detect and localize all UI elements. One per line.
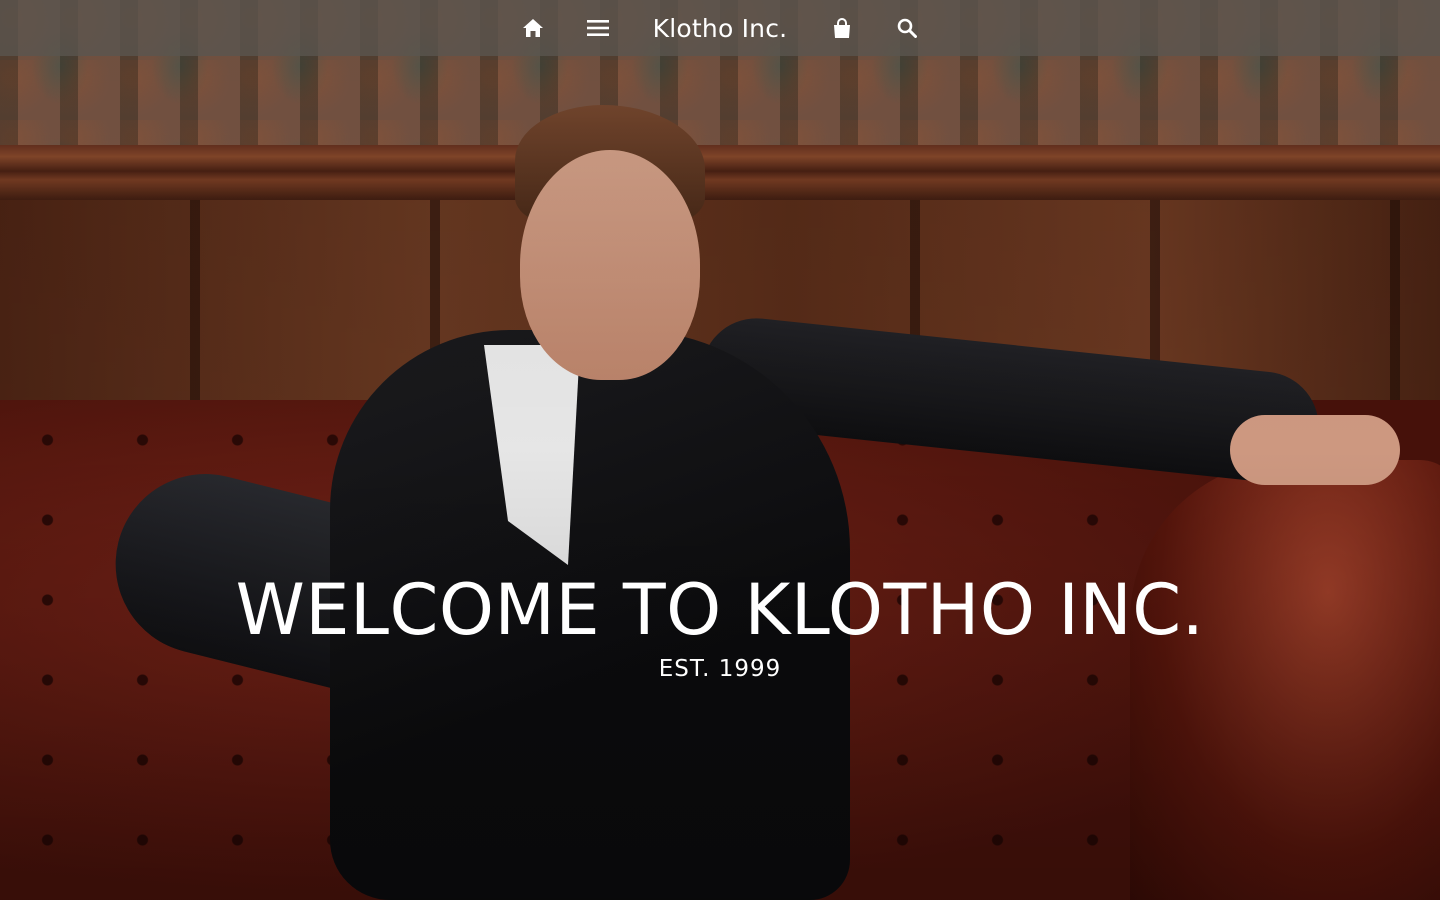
menu-icon-glyph	[587, 20, 610, 36]
hero-background	[0, 0, 1440, 900]
search-icon-glyph	[897, 18, 917, 38]
hero-shade	[0, 0, 1440, 900]
shopping-bag-icon[interactable]	[809, 0, 874, 56]
hero-text: WELCOME TO KLOTHO INC. EST. 1999	[0, 568, 1440, 682]
hero-title: WELCOME TO KLOTHO INC.	[235, 569, 1205, 651]
top-navbar: Klotho Inc.	[0, 0, 1440, 56]
search-icon[interactable]	[874, 0, 939, 56]
shopping-bag-icon-glyph	[833, 17, 850, 38]
brand-link[interactable]: Klotho Inc.	[631, 0, 810, 56]
hero-subtitle: EST. 1999	[658, 656, 782, 682]
home-icon-glyph	[523, 19, 544, 37]
home-icon[interactable]	[501, 0, 566, 56]
menu-icon[interactable]	[566, 0, 631, 56]
